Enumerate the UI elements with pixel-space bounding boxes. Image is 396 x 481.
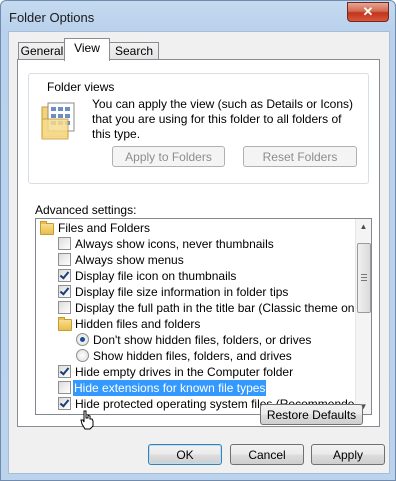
restore-defaults-button[interactable]: Restore Defaults [260,404,363,425]
cancel-button[interactable]: Cancel [230,444,304,465]
tab-search[interactable]: Search [109,42,159,60]
tab-general[interactable]: General [18,42,66,60]
apply-button[interactable]: Apply [311,444,385,465]
setting-label: Display file size information in folder … [75,285,289,299]
setting-label: Hide empty drives in the Computer folder [75,365,294,379]
apply-to-folders-button[interactable]: Apply to Folders [112,146,225,167]
checkbox[interactable] [58,269,71,282]
window-title: Folder Options [9,10,95,25]
folder-views-description: You can apply the view (such as Details … [92,97,354,141]
close-icon: ✕ [362,4,374,19]
checkbox[interactable] [58,381,71,394]
checkbox[interactable] [58,397,71,410]
checkbox[interactable] [58,365,71,378]
setting-label: Display the full path in the title bar (… [75,301,368,315]
folder-views-label: Folder views [45,80,117,94]
folder-options-window: Folder Options ✕ General View Search Fol… [0,0,396,481]
view-tab-panel: Folder views You can apply the view (suc… [17,59,380,430]
scroll-up-icon[interactable]: ▲ [356,219,371,234]
radio-button[interactable] [76,333,89,346]
checkbox[interactable] [58,253,71,266]
setting-label: Display file icon on thumbnails [75,269,237,283]
checkbox[interactable] [58,237,71,250]
checkbox[interactable] [58,285,71,298]
setting-label: Show hidden files, folders, and drives [93,349,292,363]
setting-label: Always show icons, never thumbnails [75,237,274,251]
tree-item-label: Hidden files and folders [75,317,201,331]
setting-label: Always show menus [75,253,184,267]
radio-button[interactable] [76,349,89,362]
advanced-settings-list[interactable]: Files and Folders Always show icons, nev… [35,218,372,415]
tab-view[interactable]: View [64,38,110,61]
folder-views-group: Folder views You can apply the view (suc… [28,73,369,184]
close-button[interactable]: ✕ [347,2,389,22]
folder-icon [58,317,72,331]
scroll-thumb[interactable] [357,243,371,313]
advanced-settings-label: Advanced settings: [35,203,137,217]
hand-cursor-icon [80,410,94,430]
folder-icon [40,221,54,235]
folder-views-icon [41,102,75,140]
setting-label: Don't show hidden files, folders, or dri… [93,333,312,347]
grip-line [361,280,367,281]
vertical-scrollbar[interactable]: ▲ ▼ [355,219,371,414]
ok-button[interactable]: OK [148,444,222,465]
grip-line [361,277,367,278]
setting-label-selected: Hide extensions for known file types [73,380,267,396]
grip-line [361,274,367,275]
reset-folders-button[interactable]: Reset Folders [243,146,357,167]
dialog-client: General View Search Folder views You can… [8,31,390,474]
tree-item-label: Files and Folders [58,221,151,235]
checkbox[interactable] [58,301,71,314]
